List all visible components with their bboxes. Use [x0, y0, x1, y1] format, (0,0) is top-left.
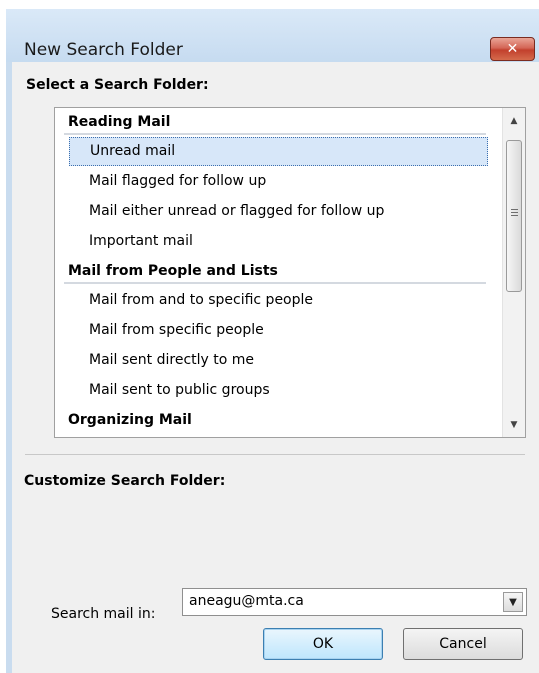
desktop-strip [0, 0, 539, 9]
search-mail-in-dropdown[interactable]: aneagu@mta.ca ▼ [182, 588, 527, 616]
chevron-up-icon[interactable]: ▲ [503, 110, 525, 132]
list-group-header: Reading Mail [64, 108, 486, 137]
list-item[interactable]: Mail either unread or flagged for follow… [69, 197, 488, 226]
search-mail-in-label: Search mail in: [51, 606, 156, 622]
grip-line [511, 209, 518, 210]
customize-search-folder-label: Customize Search Folder: [24, 473, 226, 489]
new-search-folder-dialog: New Search Folder ✕ Select a Search Fold… [0, 0, 539, 673]
title-bar: New Search Folder ✕ [6, 9, 539, 62]
list-item[interactable]: Mail from specific people [69, 316, 488, 345]
close-icon: ✕ [506, 41, 519, 57]
list-group-header: Organizing Mail [64, 406, 486, 435]
group-header-rule [64, 133, 486, 135]
grip-line [511, 212, 518, 213]
scrollbar-thumb[interactable] [506, 140, 522, 292]
list-scrollbar[interactable]: ▲ ▼ [502, 108, 525, 437]
list-item[interactable]: Mail sent directly to me [69, 346, 488, 375]
list-item[interactable]: Mail flagged for follow up [69, 167, 488, 196]
list-item[interactable]: Mail sent to public groups [69, 376, 488, 405]
list-item[interactable]: Important mail [69, 227, 488, 256]
grip-line [511, 215, 518, 216]
list-item[interactable]: Mail from and to specific people [69, 286, 488, 315]
search-folder-list-items: Reading Mail Unread mail Mail flagged for … [55, 108, 502, 437]
ok-button[interactable]: OK [263, 628, 383, 660]
group-header-label: Mail from People and Lists [68, 263, 278, 279]
select-search-folder-label: Select a Search Folder: [26, 77, 209, 93]
chevron-down-icon[interactable]: ▼ [503, 592, 523, 612]
close-button[interactable]: ✕ [490, 37, 535, 61]
list-group-header: Mail from People and Lists [64, 257, 486, 286]
dialog-title: New Search Folder [24, 40, 183, 60]
group-header-label: Reading Mail [68, 114, 171, 130]
cancel-button[interactable]: Cancel [403, 628, 523, 660]
group-header-rule [64, 282, 486, 284]
section-divider [25, 454, 525, 455]
chevron-down-icon[interactable]: ▼ [503, 414, 525, 436]
list-item[interactable]: Unread mail [69, 137, 488, 166]
search-mail-in-value: aneagu@mta.ca [189, 593, 304, 609]
group-header-label: Organizing Mail [68, 412, 192, 428]
search-folder-list[interactable]: Reading Mail Unread mail Mail flagged for … [54, 107, 526, 438]
